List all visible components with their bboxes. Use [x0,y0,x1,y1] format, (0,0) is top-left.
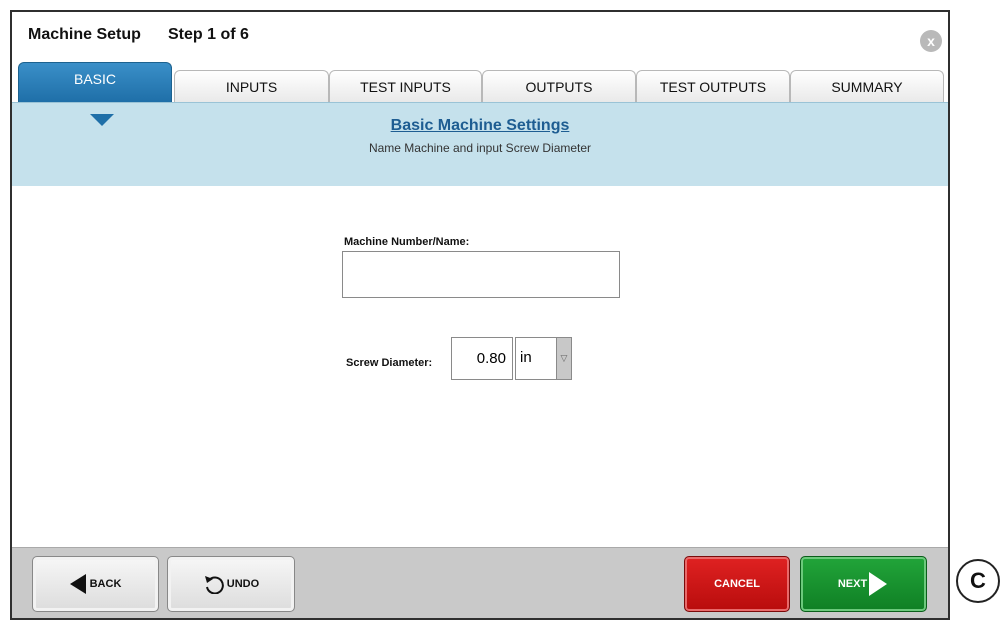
machine-name-label: Machine Number/Name: [344,236,470,248]
active-tab-pointer [90,114,114,126]
close-icon[interactable]: x [920,30,942,52]
callout-badge: C [956,559,1000,603]
screw-diameter-label: Screw Diameter: [346,357,433,369]
undo-icon [204,576,224,594]
next-button-label: NEXT [837,578,868,590]
section-subtitle: Name Machine and input Screw Diameter [368,141,592,155]
next-arrow-icon [869,572,888,596]
cancel-button[interactable]: CANCEL [684,556,790,612]
wizard-tabs: BASIC INPUTS TEST INPUTS OUTPUTS TEST OU… [12,62,948,102]
machine-setup-window: Machine Setup Step 1 of 6 x BASIC INPUTS… [10,10,950,620]
footer-bar: BACK UNDO CANCEL NEXT [12,547,948,618]
undo-button[interactable]: UNDO [167,556,295,612]
tab-basic[interactable]: BASIC [18,62,172,102]
section-title: Basic Machine Settings [390,117,570,134]
dropdown-arrow-icon[interactable]: ▽ [556,338,571,379]
next-button[interactable]: NEXT [800,556,927,612]
unit-selected-value: in [520,349,532,366]
screw-diameter-input[interactable]: 0.80 [451,337,513,380]
back-button[interactable]: BACK [32,556,159,612]
step-indicator: Step 1 of 6 [168,26,249,43]
tab-inputs[interactable]: INPUTS [174,70,329,102]
tab-summary[interactable]: SUMMARY [790,70,944,102]
tab-outputs[interactable]: OUTPUTS [482,70,636,102]
unit-select[interactable]: in ▽ [515,337,572,380]
back-arrow-icon [69,574,86,594]
title-bar: Machine Setup Step 1 of 6 x [12,12,948,62]
tab-test-inputs[interactable]: TEST INPUTS [329,70,482,102]
undo-button-label: UNDO [226,578,260,590]
back-button-label: BACK [89,578,122,590]
section-banner: Basic Machine Settings Name Machine and … [12,102,948,186]
window-title: Machine Setup [28,26,141,43]
machine-name-input[interactable] [342,251,620,298]
tab-test-outputs[interactable]: TEST OUTPUTS [636,70,790,102]
